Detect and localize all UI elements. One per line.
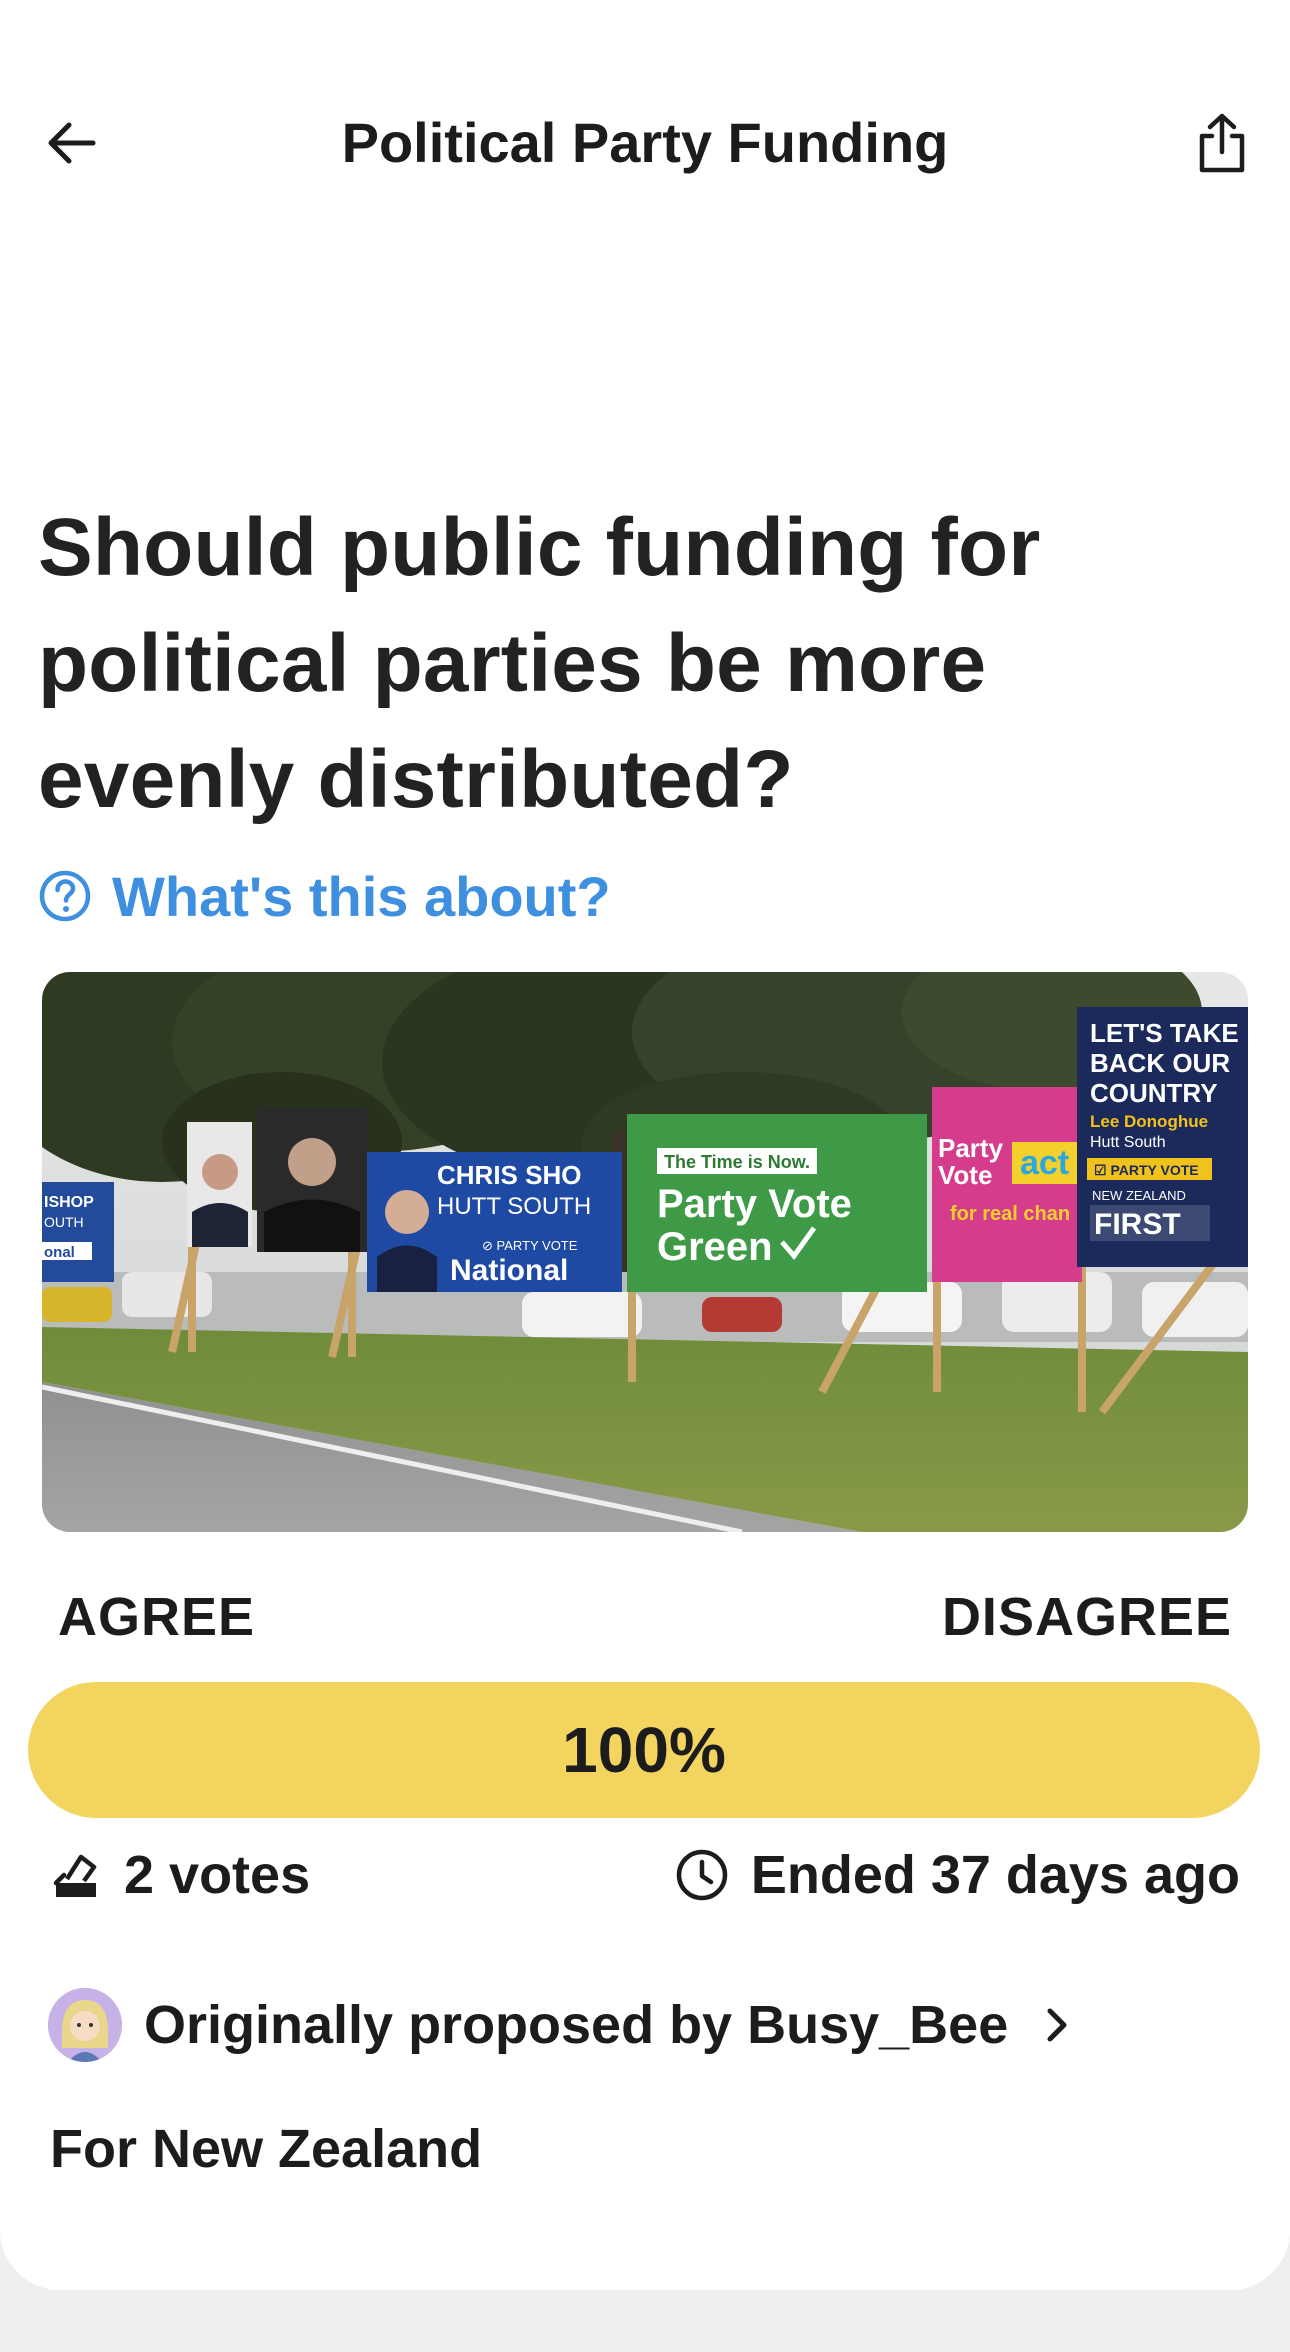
svg-text:National: National bbox=[450, 1254, 568, 1287]
svg-text:Vote: Vote bbox=[938, 1160, 992, 1190]
svg-text:HUTT SOUTH: HUTT SOUTH bbox=[437, 1193, 591, 1220]
svg-text:Party Vote: Party Vote bbox=[657, 1182, 852, 1226]
ballot-box-icon bbox=[53, 1854, 97, 1897]
svg-text:for real chan: for real chan bbox=[950, 1203, 1070, 1225]
svg-text:COUNTRY: COUNTRY bbox=[1090, 1078, 1218, 1108]
chevron-right-icon bbox=[1047, 2008, 1067, 2042]
election-billboards-photo: ISHOP OUTH onal CHRIS SHO HUTT SOUTH ⊘ P… bbox=[42, 972, 1248, 1532]
svg-text:Hutt South: Hutt South bbox=[1090, 1134, 1166, 1151]
svg-text:onal: onal bbox=[44, 1244, 75, 1261]
clock-icon bbox=[676, 1849, 728, 1901]
ended-text: Ended 37 days ago bbox=[750, 1845, 1240, 1905]
svg-text:CHRIS SHO: CHRIS SHO bbox=[437, 1160, 581, 1190]
whats-this-about-link[interactable]: What's this about? bbox=[38, 860, 611, 932]
svg-text:Lee Donoghue: Lee Donoghue bbox=[1090, 1112, 1208, 1131]
votes-text: 2 votes bbox=[124, 1845, 311, 1905]
votes-count: 2 votes bbox=[50, 1840, 310, 1910]
svg-text:Party: Party bbox=[938, 1133, 1004, 1163]
poll-question: Should public funding for political part… bbox=[38, 502, 1041, 825]
poll-stats: 2 votes Ended 37 days ago bbox=[50, 1840, 1240, 1910]
svg-text:Green: Green bbox=[657, 1225, 773, 1269]
svg-text:⊘ PARTY VOTE: ⊘ PARTY VOTE bbox=[482, 1238, 578, 1253]
poll-card: Political Party Funding Should public fu… bbox=[0, 0, 1290, 2290]
share-icon bbox=[1199, 113, 1245, 173]
whats-this-about-label: What's this about? bbox=[112, 864, 611, 928]
page-title: Political Party Funding bbox=[341, 111, 949, 174]
top-bar: Political Party Funding bbox=[0, 90, 1290, 196]
svg-text:ISHOP: ISHOP bbox=[44, 1194, 94, 1211]
agree-percent: 100% bbox=[562, 1714, 726, 1786]
vote-result-bar: 100% bbox=[28, 1682, 1260, 1818]
svg-text:The Time is Now.: The Time is Now. bbox=[664, 1152, 810, 1172]
svg-text:FIRST: FIRST bbox=[1094, 1208, 1181, 1241]
svg-text:BACK OUR: BACK OUR bbox=[1090, 1048, 1230, 1078]
proposer-link[interactable]: Originally proposed by Busy_Bee bbox=[48, 1988, 1076, 2062]
proposer-text: Originally proposed by Busy_Bee bbox=[144, 1995, 1009, 2055]
svg-text:OUTH: OUTH bbox=[44, 1214, 84, 1230]
share-button[interactable] bbox=[1184, 106, 1260, 182]
vote-labels: AGREE DISAGREE bbox=[58, 1586, 1232, 1650]
svg-text:☑ PARTY VOTE: ☑ PARTY VOTE bbox=[1094, 1162, 1199, 1178]
avatar bbox=[48, 1988, 122, 2062]
disagree-label: DISAGREE bbox=[941, 1587, 1232, 1647]
svg-text:act: act bbox=[1020, 1144, 1069, 1182]
agree-label: AGREE bbox=[58, 1587, 256, 1647]
svg-text:LET'S TAKE: LET'S TAKE bbox=[1090, 1018, 1239, 1048]
region-label: For New Zealand bbox=[50, 2119, 483, 2179]
svg-text:NEW ZEALAND: NEW ZEALAND bbox=[1092, 1188, 1186, 1203]
ended-status: Ended 37 days ago bbox=[675, 1840, 1240, 1910]
poll-image: ISHOP OUTH onal CHRIS SHO HUTT SOUTH ⊘ P… bbox=[42, 972, 1248, 1532]
back-button[interactable] bbox=[36, 108, 106, 178]
arrow-left-icon bbox=[48, 122, 96, 164]
question-circle-icon bbox=[39, 870, 91, 922]
